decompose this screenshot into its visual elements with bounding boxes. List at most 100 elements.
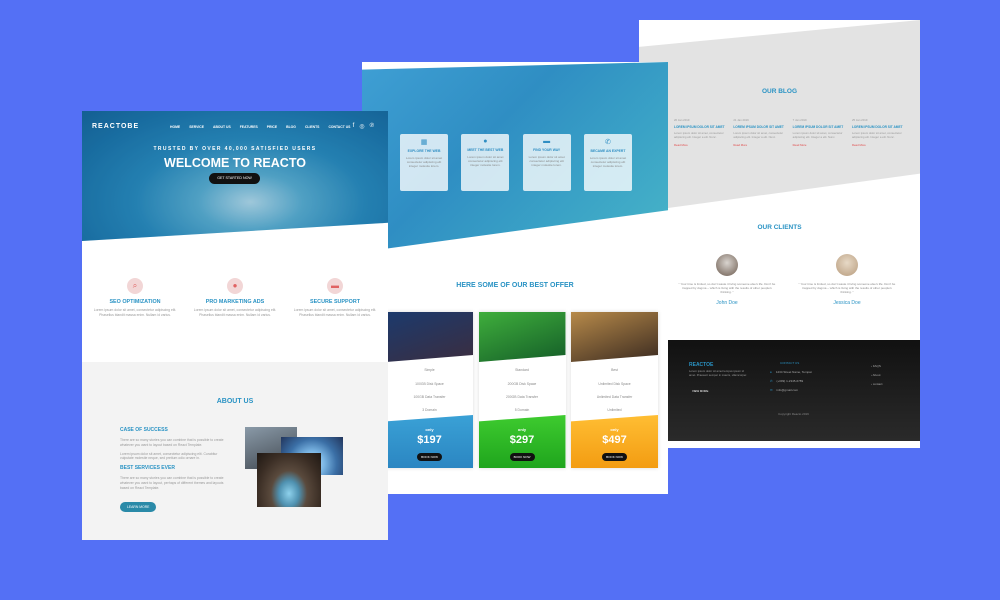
blog-post: 7 Jan 2019 LOREM IPSUM DOLOR SIT AMET Lo… bbox=[793, 118, 845, 147]
menu-item-service[interactable]: SERVICE bbox=[189, 125, 204, 129]
phone-icon: ✆ bbox=[605, 139, 611, 146]
offer-title: HERE SOME OF OUR BEST OFFER bbox=[456, 282, 574, 289]
blog-post: 20 Jan 2019 LOREM IPSUM DOLOR SIT AMET L… bbox=[674, 118, 726, 147]
plan-price: $297 bbox=[509, 434, 535, 446]
facebook-icon[interactable]: f bbox=[353, 123, 355, 130]
feature-title: SECURE SUPPORT bbox=[309, 299, 361, 305]
read-more-link[interactable]: Read More bbox=[674, 143, 726, 147]
avatar bbox=[836, 254, 858, 276]
pricing-plans: Simple 100GB Disk Space 100GB Data Trans… bbox=[386, 312, 658, 468]
folder-icon: ▬ bbox=[327, 278, 343, 294]
footer-link-label: About bbox=[872, 373, 881, 377]
get-started-button[interactable]: GET STARTED NOW bbox=[209, 173, 260, 184]
plan-space: Unlimited Disk Space bbox=[598, 382, 631, 386]
footer-link[interactable]: › About bbox=[871, 373, 881, 377]
plan-image bbox=[571, 312, 658, 362]
view-more-link[interactable]: VIEW MORE bbox=[692, 389, 708, 393]
search-icon: ⌕ bbox=[127, 278, 143, 294]
site-logo[interactable]: REACTOBE bbox=[92, 123, 139, 130]
contact-address: ● 1234 Street Name, Tempat bbox=[770, 370, 812, 374]
read-more-link[interactable]: Read More bbox=[852, 143, 904, 147]
service-card[interactable]: ✆ BECAME AN EXPERT Lorem ipsum dolor sit… bbox=[583, 134, 632, 191]
case-heading: CASE OF SUCCESS bbox=[120, 427, 168, 433]
plan-traffic: 100GB Data Transfer bbox=[413, 395, 446, 399]
menu-item-blog[interactable]: BLOG bbox=[286, 125, 296, 129]
menu-item-clients[interactable]: CLIENTS bbox=[305, 125, 320, 129]
plan-price: $197 bbox=[417, 434, 442, 446]
blog-title: OUR BLOG bbox=[761, 88, 798, 95]
read-more-link[interactable]: Read More bbox=[733, 143, 785, 147]
plan-space: 100GB Disk Space bbox=[415, 382, 444, 386]
mail-icon: ✉ bbox=[770, 388, 773, 392]
plan-space: 200GB Disk Space bbox=[507, 382, 537, 386]
post-excerpt: Lorem ipsum dolor sit amet, consectetur … bbox=[851, 131, 902, 139]
contact-phone-text: (+099) 1-2345-6789 bbox=[776, 379, 804, 383]
phone-icon: ✆ bbox=[770, 379, 773, 383]
post-title[interactable]: LOREM IPSUM DOLOR SIT AMET bbox=[674, 125, 726, 129]
service-card[interactable]: ● MEET THE BEST WEB Lorem ipsum dolor si… bbox=[461, 134, 510, 191]
post-title[interactable]: LOREM IPSUM DOLOR SIT AMET bbox=[793, 125, 845, 129]
contact-heading: CONTACT US bbox=[780, 361, 800, 365]
service-card[interactable]: ▬ FIND YOUR WAY Lorem ipsum dolor sit am… bbox=[522, 134, 571, 191]
copyright: Copyright Reacto 2019 bbox=[778, 412, 809, 416]
site-footer: REACTOE Lorem ipsum dolor sit amet tempu… bbox=[667, 340, 920, 441]
service-card-title: EXPLORE THE WEB bbox=[407, 149, 441, 153]
clients-title: OUR CLIENTS bbox=[757, 224, 802, 231]
footer-link[interactable]: › FAQS bbox=[871, 364, 881, 368]
page-blog-preview: OUR BLOG 20 Jan 2019 LOREM IPSUM DOLOR S… bbox=[639, 20, 920, 448]
about-title: ABOUT US bbox=[216, 398, 254, 405]
testimonial-quote: " Your time is limited, so don't waste i… bbox=[678, 282, 776, 295]
plan-name: Best bbox=[611, 368, 618, 372]
menu-item-price[interactable]: PRICE bbox=[267, 125, 277, 129]
footer-logo: REACTOE bbox=[689, 362, 714, 368]
instagram-icon[interactable]: ◎ bbox=[359, 123, 364, 130]
post-date: 21 Jan 2019 bbox=[733, 118, 749, 122]
photo-rock-arch bbox=[257, 453, 321, 507]
feature-item: ● PRO MARKETING ADS Lorem ipsum dolor si… bbox=[192, 278, 278, 317]
calendar-icon: ▦ bbox=[420, 139, 428, 146]
hero-subtitle: TRUSTED BY OVER 40,000 SATISFIED USERS bbox=[153, 146, 317, 152]
contact-phone: ✆ (+099) 1-2345-6789 bbox=[770, 379, 803, 383]
feature-desc: Lorem ipsum dolor sit amet, consectetur … bbox=[293, 308, 377, 317]
folder-icon: ▬ bbox=[543, 138, 551, 145]
service-card[interactable]: ▦ EXPLORE THE WEB Lorem ipsum dolor sit … bbox=[400, 134, 448, 191]
features-row: ⌕ SEO OPTIMIZATION Lorem ipsum dolor sit… bbox=[92, 278, 378, 317]
plan-domain: 3 Domain bbox=[422, 408, 437, 412]
book-now-button[interactable]: BOOK NOW bbox=[417, 453, 442, 461]
service-cards: ▦ EXPLORE THE WEB Lorem ipsum dolor sit … bbox=[400, 134, 632, 191]
about-text: CASE OF SUCCESS There are so many storie… bbox=[120, 427, 232, 513]
user-icon: ● bbox=[227, 278, 243, 294]
book-now-button[interactable]: BOOK NOW bbox=[602, 453, 627, 461]
contact-email-text: info@gmail.com bbox=[776, 388, 799, 392]
plan-traffic: 200GB Data Transfer bbox=[505, 395, 539, 399]
footer-text: Lorem ipsum dolor sit amet tempus ipsum … bbox=[689, 369, 747, 377]
pricing-card: Standard 200GB Disk Space 200GB Data Tra… bbox=[478, 312, 566, 468]
plan-name: Simple bbox=[424, 368, 435, 372]
pricing-card: Best Unlimited Disk Space Unlimited Data… bbox=[571, 312, 658, 468]
menu-item-contact[interactable]: CONTACT US bbox=[328, 125, 350, 129]
feature-item: ⌕ SEO OPTIMIZATION Lorem ipsum dolor sit… bbox=[92, 278, 178, 317]
plan-image bbox=[386, 312, 473, 362]
menu-item-about[interactable]: ABOUT US bbox=[213, 125, 231, 129]
client-name: Jessica Doe bbox=[833, 299, 861, 306]
post-title[interactable]: LOREM IPSUM DOLOR SIT AMET bbox=[733, 125, 785, 129]
book-now-button[interactable]: BOOK NOW bbox=[509, 453, 535, 461]
blog-post: 21 Jan 2019 LOREM IPSUM DOLOR SIT AMET L… bbox=[733, 118, 785, 147]
feature-desc: Lorem ipsum dolor sit amet, consectetur … bbox=[193, 308, 277, 317]
blog-band bbox=[639, 20, 920, 212]
post-title[interactable]: LOREM IPSUM DOLOR SIT AMET bbox=[852, 125, 904, 129]
read-more-link[interactable]: Read More bbox=[793, 143, 845, 147]
learn-more-button[interactable]: LEARN MORE bbox=[120, 501, 157, 512]
footer-link[interactable]: › contact bbox=[871, 382, 883, 386]
plan-image bbox=[478, 312, 566, 362]
post-date: 25 Jan 2019 bbox=[851, 118, 868, 122]
plan-only-label: only bbox=[610, 427, 619, 432]
menu-item-home[interactable]: HOME bbox=[170, 125, 180, 129]
person-icon: ● bbox=[483, 138, 488, 145]
plan-only-label: only bbox=[517, 427, 527, 432]
about-paragraph: There are so many stories you can combin… bbox=[120, 438, 224, 447]
plan-only-label: only bbox=[425, 427, 434, 432]
pinterest-icon[interactable]: ℗ bbox=[370, 123, 374, 130]
client-testimonials: " Your time is limited, so don't waste i… bbox=[677, 254, 897, 306]
menu-item-features[interactable]: FEATURES bbox=[240, 125, 258, 129]
